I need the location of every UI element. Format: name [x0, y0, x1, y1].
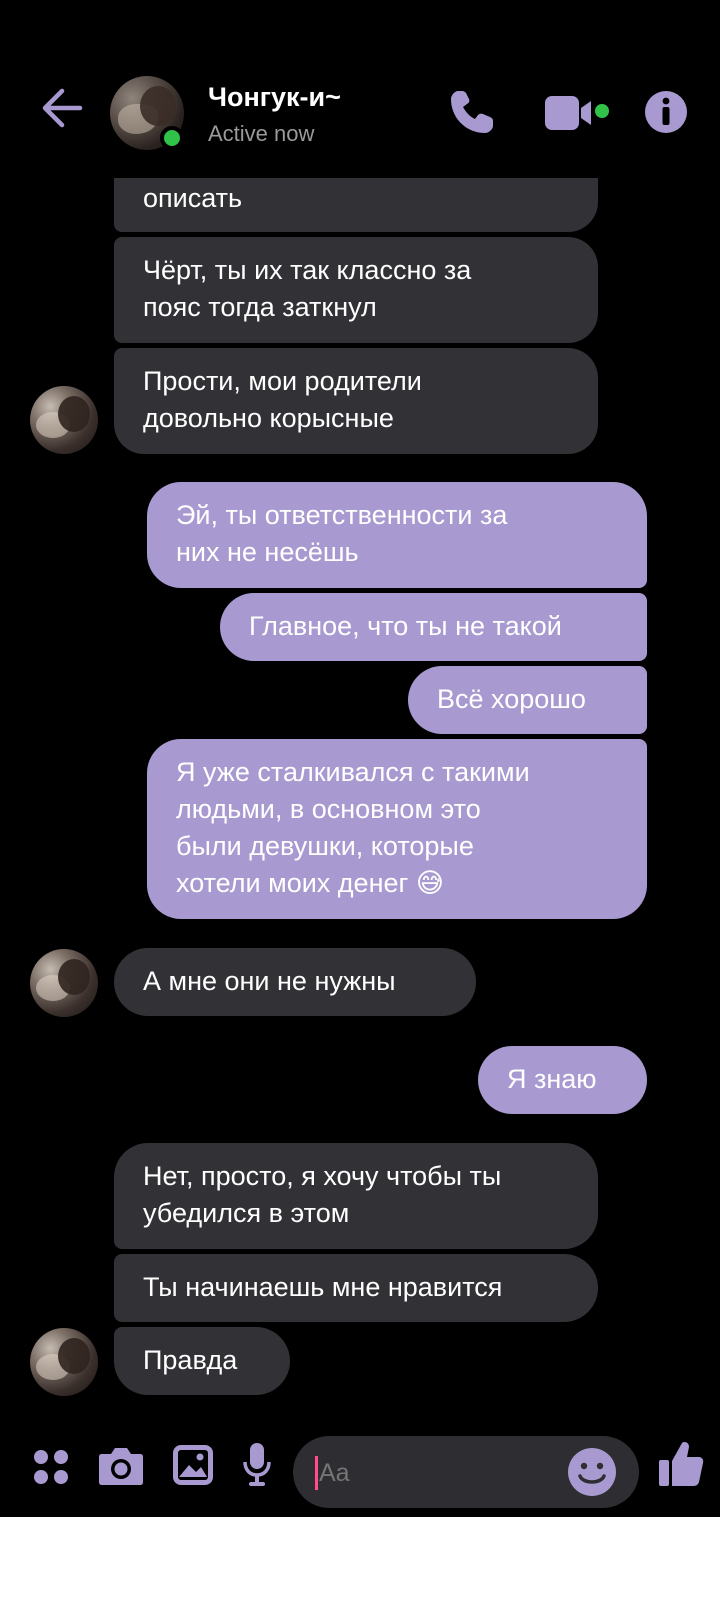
message-bubble-outgoing[interactable]: Я знаю: [478, 1046, 647, 1114]
voice-call-button[interactable]: [448, 88, 496, 136]
apps-icon[interactable]: [32, 1448, 70, 1486]
contact-avatar[interactable]: [110, 76, 184, 150]
message-bubble-incoming[interactable]: Нет, просто, я хочу чтобы ты убедился в …: [114, 1143, 598, 1249]
phone-icon: [451, 91, 493, 133]
contact-name[interactable]: Чонгук-и~: [208, 82, 341, 113]
system-navigation-area: [0, 1517, 720, 1600]
message-input-container[interactable]: [293, 1436, 639, 1508]
video-camera-icon: [545, 96, 609, 130]
thumbs-up-icon[interactable]: [658, 1440, 704, 1488]
message-bubble-incoming[interactable]: Прости, мои родители довольно корысные: [114, 348, 598, 454]
microphone-icon[interactable]: [242, 1442, 272, 1488]
text-cursor: [315, 1456, 318, 1490]
message-bubble-incoming[interactable]: А мне они не нужны: [114, 948, 476, 1016]
message-composer: [0, 1418, 720, 1510]
message-input[interactable]: [319, 1456, 549, 1490]
info-icon: [645, 91, 687, 133]
info-button[interactable]: [644, 90, 688, 134]
contact-avatar-small[interactable]: [30, 386, 98, 454]
gallery-icon[interactable]: [172, 1444, 214, 1486]
message-bubble-outgoing[interactable]: Я уже сталкивался с такими людьми, в осн…: [147, 739, 647, 919]
back-button[interactable]: [40, 86, 84, 130]
arrow-left-icon: [42, 88, 83, 128]
contact-status: Active now: [208, 121, 315, 146]
message-bubble-outgoing[interactable]: Главное, что ты не такой: [220, 593, 647, 661]
online-status-dot: [160, 126, 184, 150]
emoji-icon[interactable]: [567, 1447, 617, 1497]
chat-header: Чонгук-и~ Active now: [0, 0, 720, 178]
message-bubble-outgoing[interactable]: Всё хорошо: [408, 666, 647, 734]
message-bubble-outgoing[interactable]: Эй, ты ответственности за них не несёшь: [147, 482, 647, 588]
message-bubble-incoming[interactable]: Ты начинаешь мне нравится: [114, 1254, 598, 1322]
contact-avatar-small[interactable]: [30, 1328, 98, 1396]
contact-avatar-small[interactable]: [30, 949, 98, 1017]
message-bubble-incoming[interactable]: Правда: [114, 1327, 290, 1395]
video-call-button[interactable]: [545, 94, 615, 132]
camera-icon[interactable]: [98, 1446, 144, 1486]
message-list: описать Чёрт, ты их так классно за пояс …: [0, 0, 720, 1430]
message-bubble-incoming[interactable]: Чёрт, ты их так классно за пояс тогда за…: [114, 237, 598, 343]
